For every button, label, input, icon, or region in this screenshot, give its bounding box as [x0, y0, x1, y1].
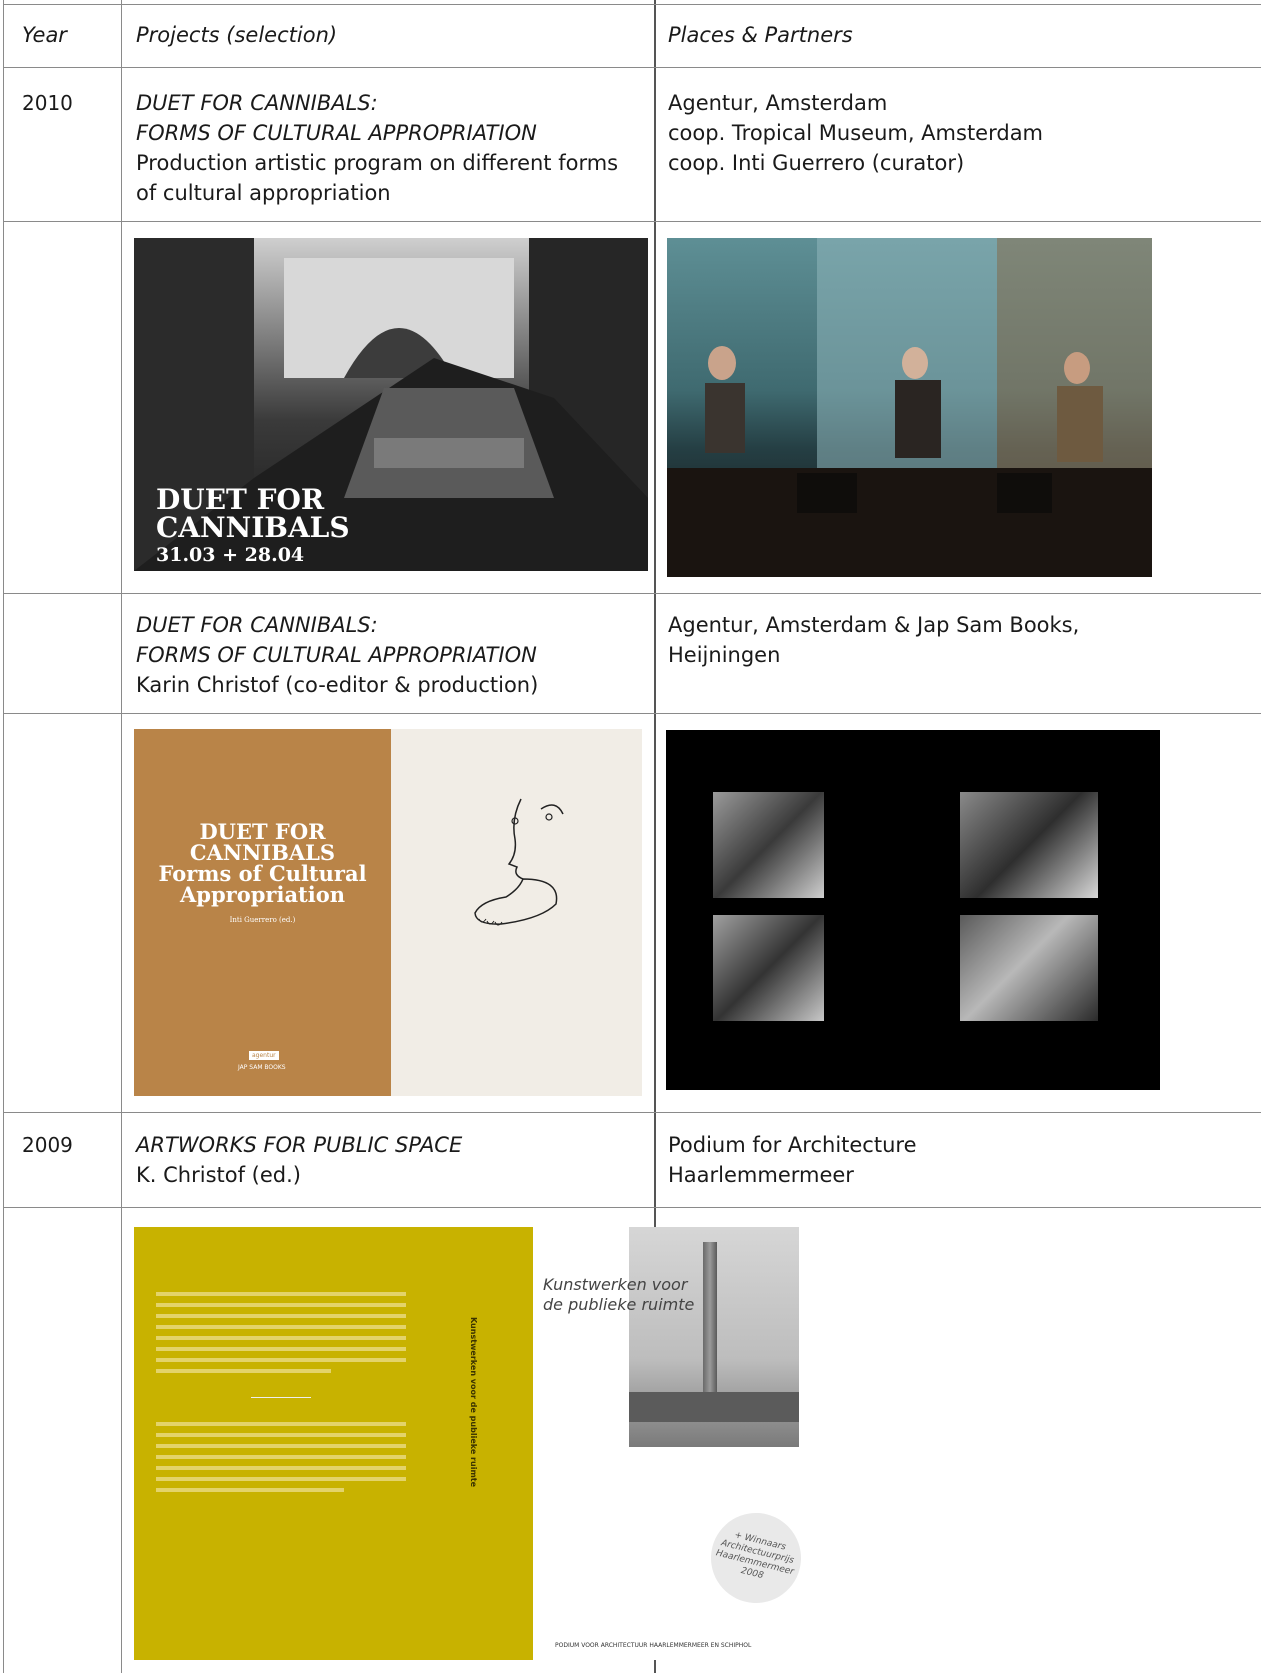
places-2010: Agentur, Amsterdam coop. Tropical Museum…	[668, 88, 1248, 178]
header-projects: Projects (selection)	[136, 23, 338, 47]
still-2	[960, 792, 1098, 898]
row-divider	[3, 1207, 1261, 1208]
row-divider	[3, 221, 1261, 222]
front-title-line1: Kunstwerken voor	[543, 1275, 688, 1294]
place-2009-line1: Podium for Architecture	[668, 1133, 917, 1157]
year-2009: 2009	[22, 1133, 73, 1157]
still-1	[713, 792, 824, 898]
book-place-line2: Heijningen	[668, 643, 781, 667]
header-places: Places & Partners	[668, 23, 853, 47]
row-divider	[3, 1112, 1261, 1113]
face-foot-drawing	[474, 798, 564, 926]
book-cover-line3: Forms of Cultural	[158, 861, 367, 886]
row-divider	[3, 713, 1261, 714]
still-3	[713, 915, 824, 1021]
spine-text: Kunstwerken voor de publieke ruimte	[469, 1317, 478, 1488]
project-2009-title: ARTWORKS FOR PUBLIC SPACE	[136, 1133, 463, 1157]
row-divider	[3, 4, 1261, 5]
panel-discussion-photo	[667, 238, 1152, 577]
stage-scene	[667, 238, 1152, 577]
row-divider	[3, 67, 1261, 68]
back-cover-text-block	[156, 1292, 406, 1499]
duet-poster-image: DUET FOR CANNIBALS 31.03 + 28.04	[134, 238, 648, 571]
video-stills-image	[666, 730, 1160, 1090]
project-desc-line2: of cultural appropriation	[136, 181, 391, 205]
public-space-book-back: Kunstwerken voor de publieke ruimte	[134, 1227, 533, 1660]
agentur-logo: agentur	[249, 1051, 279, 1060]
column-divider-1	[121, 0, 122, 1673]
book-title-line1: DUET FOR CANNIBALS:	[136, 613, 378, 637]
poster-line1: DUET FOR	[156, 483, 325, 516]
place-2009-line2: Haarlemmermeer	[668, 1163, 854, 1187]
still-4	[960, 915, 1098, 1021]
poster-dates: 31.03 + 28.04	[156, 544, 305, 566]
winners-stamp: + Winnaars Architectuurprijs Haarlemmerm…	[701, 1503, 804, 1613]
place-line1: Agentur, Amsterdam	[668, 91, 888, 115]
book-cover-title: DUET FOR CANNIBALS Forms of Cultural App…	[134, 821, 391, 925]
project-duet-for-cannibals: DUET FOR CANNIBALS: FORMS OF CULTURAL AP…	[136, 88, 646, 208]
place-line3: coop. Inti Guerrero (curator)	[668, 151, 965, 175]
places-book: Agentur, Amsterdam & Jap Sam Books, Heij…	[668, 610, 1248, 670]
book-title-line2: FORMS OF CULTURAL APPROPRIATION	[136, 643, 537, 667]
project-title-line1: DUET FOR CANNIBALS:	[136, 91, 378, 115]
project-title-line2: FORMS OF CULTURAL APPROPRIATION	[136, 121, 537, 145]
book-cover-line1: DUET FOR	[199, 819, 326, 844]
book-cover-editor: Inti Guerrero (ed.)	[229, 916, 296, 924]
buildings	[629, 1392, 799, 1422]
project-book: DUET FOR CANNIBALS: FORMS OF CULTURAL AP…	[136, 610, 646, 700]
book-place-line1: Agentur, Amsterdam & Jap Sam Books,	[668, 613, 1080, 637]
book-cover-line2: CANNIBALS	[189, 840, 336, 865]
header-year: Year	[22, 23, 67, 47]
public-space-book-front: Kunstwerken voor de publieke ruimte + Wi…	[533, 1227, 804, 1660]
book-cover-back	[391, 729, 642, 1096]
book-cover-line4: Appropriation	[179, 882, 346, 907]
book-cover-front: DUET FOR CANNIBALS Forms of Cultural App…	[134, 729, 391, 1096]
project-desc-line1: Production artistic program on different…	[136, 151, 619, 175]
front-title: Kunstwerken voor de publieke ruimte	[543, 1275, 694, 1315]
place-line2: coop. Tropical Museum, Amsterdam	[668, 121, 1044, 145]
front-title-line2: de publieke ruimte	[543, 1295, 695, 1314]
poster-title: DUET FOR CANNIBALS 31.03 + 28.04	[156, 486, 350, 568]
book-desc: Karin Christof (co-editor & production)	[136, 673, 539, 697]
poster-line2: CANNIBALS	[156, 511, 350, 544]
projects-table: Year Projects (selection) Places & Partn…	[0, 0, 1261, 1673]
publisher-label: JAP SAM BOOKS	[238, 1064, 286, 1071]
tower-shape	[703, 1242, 717, 1412]
table-border-left	[3, 0, 4, 1673]
project-artworks-public-space: ARTWORKS FOR PUBLIC SPACE K. Christof (e…	[136, 1130, 646, 1190]
places-2009: Podium for Architecture Haarlemmermeer	[668, 1130, 1248, 1190]
tower-photo	[629, 1227, 799, 1447]
front-footer: PODIUM VOOR ARCHITECTUUR HAARLEMMERMEER …	[555, 1642, 752, 1649]
row-divider	[3, 593, 1261, 594]
project-2009-desc: K. Christof (ed.)	[136, 1163, 301, 1187]
year-2010: 2010	[22, 91, 73, 115]
